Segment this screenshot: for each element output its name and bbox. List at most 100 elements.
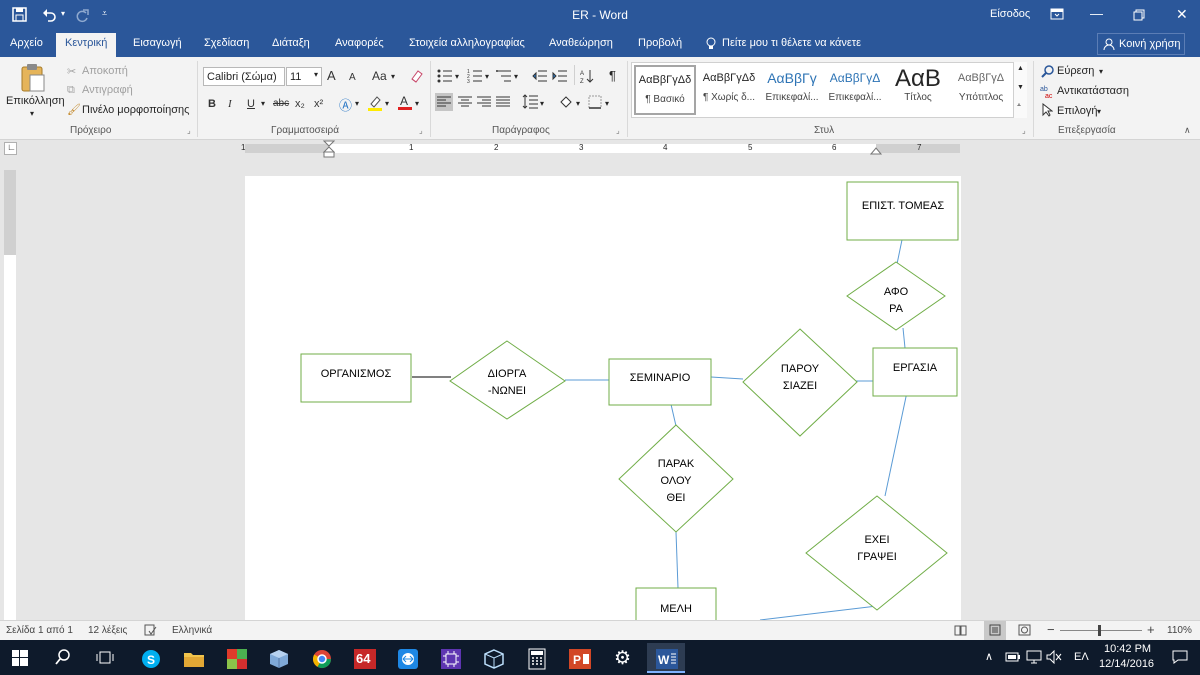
- zoom-slider[interactable]: [1060, 630, 1142, 631]
- right-indent-marker-icon[interactable]: [870, 147, 882, 155]
- print-layout-button[interactable]: [984, 621, 1006, 640]
- tell-me-search[interactable]: Πείτε μου τι θέλετε να κάνετε: [722, 37, 861, 49]
- select-dropdown-icon[interactable]: ▾: [1097, 107, 1101, 116]
- sort-icon[interactable]: AZ: [580, 68, 594, 84]
- superscript-button[interactable]: x²: [314, 97, 323, 111]
- tab-design[interactable]: Σχεδίαση: [204, 37, 249, 49]
- connector-line[interactable]: [675, 531, 679, 589]
- font-launcher-icon[interactable]: ⌟: [419, 126, 423, 135]
- multilevel-dropdown-icon[interactable]: ▾: [514, 72, 518, 81]
- word-count[interactable]: 12 λέξεις: [88, 625, 127, 636]
- vertical-ruler[interactable]: [4, 170, 16, 620]
- proofing-icon[interactable]: [144, 624, 157, 636]
- replace-button[interactable]: Αντικατάσταση: [1057, 85, 1129, 97]
- close-button[interactable]: ✕: [1176, 6, 1188, 23]
- document-page[interactable]: ΟΡΓΑΝΙΣΜΟΣ ΣΕΜΙΝΑΡΙΟ ΕΡΓΑΣΙΑ ΕΠΙΣΤ. ΤΟΜΕ…: [245, 176, 961, 629]
- signin-link[interactable]: Είσοδος: [990, 8, 1030, 20]
- paste-button[interactable]: Επικόλληση ▾: [2, 61, 65, 121]
- underline-dropdown-icon[interactable]: ▾: [261, 99, 265, 108]
- relation-parousiazei[interactable]: ΠΑΡΟΥ ΣΙΑΖΕΙ: [742, 328, 858, 437]
- taskbar-virtualbox[interactable]: [474, 643, 512, 673]
- task-view-icon[interactable]: [96, 650, 114, 665]
- highlight-dropdown-icon[interactable]: ▾: [385, 99, 389, 108]
- entity-meli[interactable]: ΜΕΛΗ: [635, 587, 717, 629]
- justify-icon[interactable]: [496, 96, 510, 108]
- subscript-button[interactable]: x₂: [295, 97, 305, 111]
- underline-button[interactable]: U: [247, 97, 255, 111]
- connector-line[interactable]: [902, 327, 906, 349]
- italic-button[interactable]: I: [228, 97, 232, 111]
- connector-line[interactable]: [884, 391, 908, 497]
- relation-diorganonei[interactable]: ΔΙΟΡΓΑ -ΝΩΝΕΙ: [449, 340, 566, 420]
- find-button[interactable]: Εύρεση: [1057, 65, 1094, 77]
- line-spacing-icon[interactable]: [522, 94, 538, 109]
- taskbar-app-teamviewer[interactable]: [388, 643, 426, 673]
- change-case-dropdown-icon[interactable]: ▾: [391, 72, 395, 81]
- taskbar-calculator[interactable]: [517, 643, 555, 673]
- tab-insert[interactable]: Εισαγωγή: [133, 37, 182, 49]
- tray-chevron-icon[interactable]: ∧: [985, 650, 993, 663]
- input-language[interactable]: ΕΛ: [1074, 651, 1089, 663]
- web-layout-icon[interactable]: [1018, 624, 1031, 636]
- multilevel-list-icon[interactable]: [496, 69, 512, 83]
- relation-exei-grapsei[interactable]: ΕΧΕΙ ΓΡΑΨΕΙ: [805, 495, 948, 611]
- volume-muted-icon[interactable]: [1046, 650, 1062, 664]
- align-left-button[interactable]: [435, 93, 453, 111]
- style-no-spacing[interactable]: ΑαΒβΓγΔδ ¶ Χωρίς δ...: [698, 65, 760, 115]
- text-effects-icon[interactable]: Ⓐ: [339, 95, 352, 114]
- indent-marker-icon[interactable]: [323, 140, 335, 158]
- windows-start-icon[interactable]: [12, 650, 28, 666]
- tab-home[interactable]: Κεντρική: [56, 33, 117, 57]
- increase-indent-icon[interactable]: [552, 69, 568, 83]
- shading-dropdown-icon[interactable]: ▾: [576, 99, 580, 108]
- strikethrough-button[interactable]: abc: [273, 97, 289, 111]
- tab-mailings[interactable]: Στοιχεία αλληλογραφίας: [409, 37, 525, 49]
- network-icon[interactable]: [1026, 650, 1042, 664]
- minimize-button[interactable]: —: [1090, 6, 1103, 21]
- format-painter-button[interactable]: Πινέλο μορφοποίησης: [82, 104, 189, 116]
- text-effects-dropdown-icon[interactable]: ▾: [355, 99, 359, 108]
- line-spacing-dropdown-icon[interactable]: ▾: [540, 99, 544, 108]
- align-right-icon[interactable]: [477, 96, 491, 108]
- font-name-select[interactable]: Calibri (Σώμα): [203, 67, 285, 86]
- search-icon[interactable]: [55, 649, 71, 666]
- style-heading-2[interactable]: ΑαΒβΓγΔ Επικεφαλί...: [824, 65, 886, 115]
- numbering-dropdown-icon[interactable]: ▾: [485, 72, 489, 81]
- styles-scroll[interactable]: ▲ ▼ ⩡: [1013, 62, 1027, 118]
- find-dropdown-icon[interactable]: ▾: [1099, 67, 1103, 76]
- tab-review[interactable]: Αναθεώρηση: [549, 37, 613, 49]
- taskbar-settings[interactable]: ⚙: [604, 643, 642, 673]
- entity-epist-tomeas[interactable]: ΕΠΙΣΤ. ΤΟΜΕΑΣ: [846, 181, 959, 241]
- taskbar-app-cube[interactable]: [259, 643, 297, 673]
- zoom-in-button[interactable]: +: [1147, 622, 1155, 637]
- tab-references[interactable]: Αναφορές: [335, 37, 384, 49]
- taskbar-app-colors[interactable]: [217, 643, 255, 673]
- zoom-slider-thumb[interactable]: [1098, 625, 1101, 636]
- clock-time[interactable]: 10:42 PM: [1104, 643, 1151, 655]
- language-status[interactable]: Ελληνικά: [172, 625, 212, 636]
- borders-dropdown-icon[interactable]: ▾: [605, 99, 609, 108]
- decrease-indent-icon[interactable]: [532, 69, 548, 83]
- connector-line[interactable]: [759, 605, 878, 621]
- entity-organismos[interactable]: ΟΡΓΑΝΙΣΜΟΣ: [300, 353, 412, 403]
- tab-layout[interactable]: Διάταξη: [272, 37, 310, 49]
- clear-formatting-icon[interactable]: [409, 69, 423, 83]
- bullets-dropdown-icon[interactable]: ▾: [455, 72, 459, 81]
- borders-icon[interactable]: [588, 95, 602, 109]
- style-title[interactable]: ΑαΒ Τίτλος: [887, 65, 949, 115]
- action-center-icon[interactable]: [1172, 650, 1188, 664]
- taskbar-explorer[interactable]: [174, 643, 212, 673]
- battery-icon[interactable]: [1005, 651, 1021, 663]
- scroll-up-icon[interactable]: ▲: [1017, 65, 1024, 72]
- cut-button[interactable]: Αποκοπή: [82, 65, 128, 77]
- horizontal-ruler[interactable]: ∟ 1 1 2 3 4 5 6 7: [0, 140, 1200, 158]
- ribbon-display-icon[interactable]: [1050, 8, 1064, 20]
- grow-font-button[interactable]: A: [327, 69, 336, 83]
- zoom-out-button[interactable]: −: [1047, 622, 1055, 637]
- taskbar-word[interactable]: W: [647, 643, 685, 673]
- style-normal[interactable]: ΑαΒβΓγΔδ ¶ Βασικό: [634, 65, 696, 115]
- highlight-icon[interactable]: [367, 95, 383, 111]
- style-subtitle[interactable]: ΑαΒβΓγΔ Υπότιτλος: [950, 65, 1012, 115]
- read-mode-icon[interactable]: [954, 624, 967, 636]
- zoom-level[interactable]: 110%: [1167, 625, 1192, 636]
